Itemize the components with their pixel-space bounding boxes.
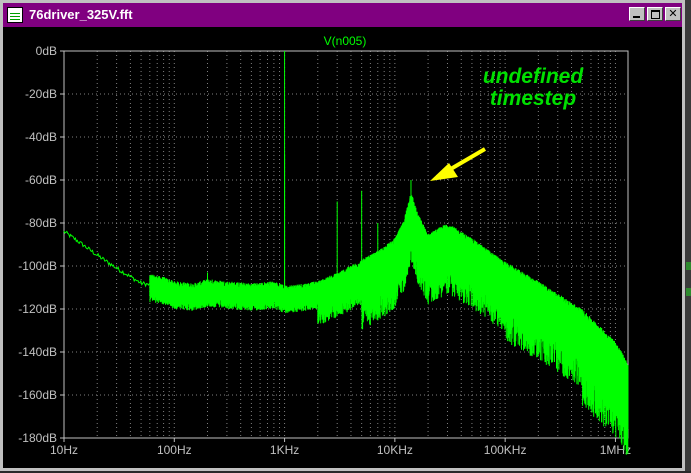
y-tick-label: -40dB: [25, 130, 57, 144]
waveform-app-icon: [7, 7, 23, 23]
y-tick-label: -60dB: [25, 173, 57, 187]
minimize-button[interactable]: [629, 7, 645, 21]
y-tick-label: -80dB: [25, 216, 57, 230]
x-tick-label: 100Hz: [157, 443, 192, 457]
annotation-line1: undefined: [483, 65, 584, 88]
annotation-line2: timestep: [490, 87, 577, 110]
fft-plot[interactable]: 0dB -20dB -40dB -60dB -80dB -100dB -120dB -140d…: [3, 27, 682, 468]
y-tick-label: -100dB: [18, 259, 57, 273]
y-tick-label: -120dB: [18, 302, 57, 316]
x-tick-label: 10Hz: [50, 443, 78, 457]
y-tick-label: -140dB: [18, 345, 57, 359]
maximize-button[interactable]: [647, 7, 663, 21]
window-title: 76driver_325V.fft: [29, 7, 133, 22]
fft-window: 76driver_325V.fft ✕ 0dB -20dB -40dB -60dB -8…: [0, 0, 685, 471]
title-bar[interactable]: 76driver_325V.fft ✕: [3, 3, 682, 27]
edge-marker: [686, 288, 691, 296]
close-button[interactable]: ✕: [665, 7, 681, 21]
y-tick-label: -20dB: [25, 87, 57, 101]
trace-label[interactable]: V(n005): [324, 34, 367, 48]
x-tick-label: 100KHz: [484, 443, 527, 457]
y-tick-label: 0dB: [36, 44, 57, 58]
edge-marker: [686, 262, 691, 270]
x-tick-label: 1KHz: [270, 443, 299, 457]
plot-area[interactable]: 0dB -20dB -40dB -60dB -80dB -100dB -120dB -140d…: [3, 27, 682, 468]
background-strip: [685, 0, 691, 471]
y-tick-label: -160dB: [18, 388, 57, 402]
x-tick-label: 10KHz: [377, 443, 413, 457]
